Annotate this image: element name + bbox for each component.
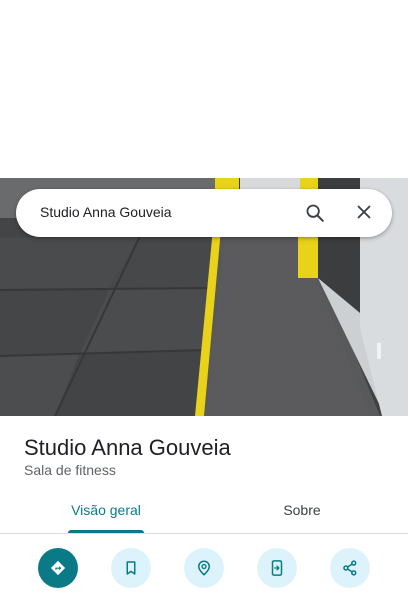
blank-map-area <box>0 0 408 178</box>
close-icon[interactable] <box>353 201 375 223</box>
send-to-phone-icon <box>271 560 283 576</box>
share-button[interactable] <box>330 548 370 588</box>
search-bar[interactable]: Studio Anna Gouveia <box>16 189 392 237</box>
search-icon[interactable] <box>304 202 326 224</box>
action-bar <box>0 548 408 588</box>
bookmark-icon <box>126 561 136 575</box>
tab-selected-indicator <box>68 530 144 533</box>
nearby-button[interactable] <box>184 548 224 588</box>
place-title: Studio Anna Gouveia <box>24 435 231 460</box>
share-icon <box>343 560 357 576</box>
tab-bar: Visão geral Sobre <box>0 494 408 534</box>
save-button[interactable] <box>111 548 151 588</box>
search-query[interactable]: Studio Anna Gouveia <box>40 204 172 220</box>
tab-about[interactable]: Sobre <box>200 502 404 518</box>
send-to-phone-button[interactable] <box>257 548 297 588</box>
place-category: Sala de fitness <box>24 462 116 478</box>
nearby-icon <box>197 560 211 576</box>
tab-overview[interactable]: Visão geral <box>4 502 208 518</box>
directions-button[interactable] <box>38 548 78 588</box>
directions-icon <box>50 560 66 576</box>
